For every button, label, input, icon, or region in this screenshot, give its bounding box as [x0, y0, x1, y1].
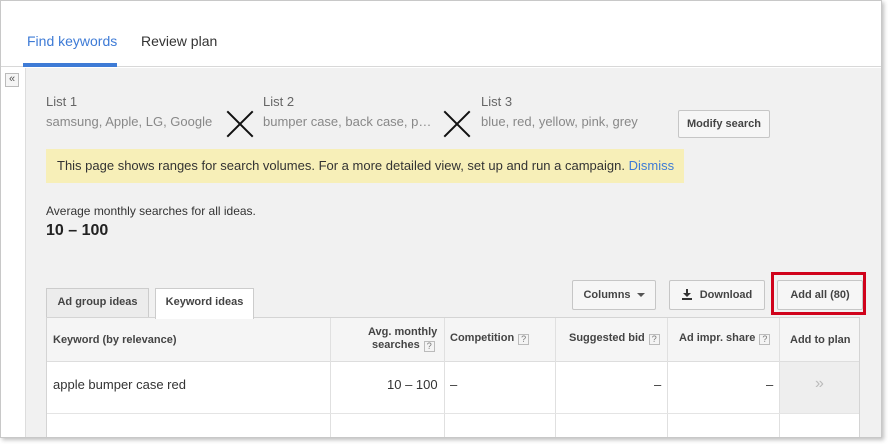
columns-button[interactable]: Columns [572, 280, 656, 310]
caret-down-icon [636, 293, 645, 298]
multiply-icon [226, 110, 254, 138]
header-keyword[interactable]: Keyword (by relevance) [53, 334, 177, 346]
tab-keyword-ideas[interactable]: Keyword ideas [155, 288, 254, 319]
top-tab-bar: Find keywords Review plan [1, 1, 881, 67]
notice-banner: This page shows ranges for search volume… [46, 149, 684, 183]
help-icon[interactable]: ? [423, 341, 435, 352]
modify-search-button[interactable]: Modify search [678, 110, 770, 138]
header-suggested-bid[interactable]: Suggested bid? [569, 332, 660, 345]
help-icon[interactable]: ? [759, 334, 771, 345]
header-ad-impr-share[interactable]: Ad impr. share? [679, 332, 771, 345]
list-2-title: List 2 [263, 94, 295, 109]
list-3-items: blue, red, yellow, pink, grey [481, 114, 638, 129]
list-1-title: List 1 [46, 94, 78, 109]
collapse-sidebar-icon[interactable]: « [5, 73, 19, 87]
help-icon[interactable]: ? [648, 334, 660, 345]
main-content: List 1 samsung, Apple, LG, Google List 2… [25, 68, 881, 437]
tab-ad-group-ideas[interactable]: Ad group ideas [46, 288, 149, 317]
help-icon[interactable]: ? [518, 334, 530, 345]
list-3-title: List 3 [481, 94, 513, 109]
row-competition: – [450, 377, 458, 392]
highlight-box [771, 272, 866, 315]
download-label: Download [699, 289, 753, 301]
keyword-table: Keyword (by relevance) Avg. monthly sear… [46, 317, 860, 437]
active-tab-indicator [23, 63, 117, 67]
row-keyword: apple bumper case red [53, 377, 186, 392]
notice-text: This page shows ranges for search volume… [57, 158, 625, 173]
header-add-to-plan: Add to plan [790, 334, 851, 346]
tab-find-keywords[interactable]: Find keywords [27, 33, 117, 49]
download-icon [681, 289, 692, 300]
header-avg-monthly[interactable]: Avg. monthly [368, 326, 437, 338]
row-avg-searches: 10 – 100 [387, 377, 438, 392]
header-searches[interactable]: searches? [372, 339, 435, 352]
header-competition[interactable]: Competition? [450, 332, 530, 345]
average-searches-value: 10 – 100 [46, 222, 109, 239]
tab-review-plan[interactable]: Review plan [141, 33, 217, 49]
add-to-plan-icon[interactable]: » [815, 375, 824, 393]
columns-label: Columns [583, 289, 631, 301]
dismiss-link[interactable]: Dismiss [629, 158, 675, 173]
download-button[interactable]: Download [669, 280, 765, 310]
multiply-icon [443, 110, 471, 138]
average-searches-label: Average monthly searches for all ideas. [46, 204, 256, 218]
list-1-items: samsung, Apple, LG, Google [46, 114, 213, 129]
list-2-items: bumper case, back case, p… [263, 114, 432, 129]
row-suggested-bid: – [654, 377, 662, 392]
app-window: Find keywords Review plan « List 1 samsu… [0, 0, 882, 438]
row-ad-impr-share: – [766, 377, 774, 392]
